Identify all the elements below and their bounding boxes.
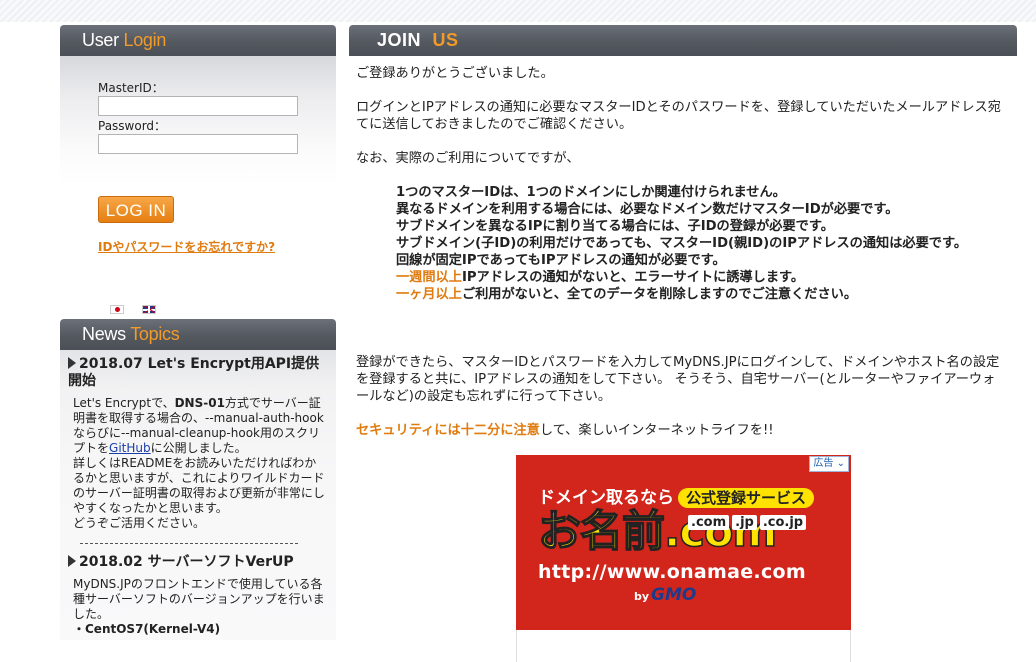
join-title-part2: US xyxy=(432,30,459,50)
news-panel: News Topics 2018.07 Let's Encrypt用API提供開… xyxy=(60,319,336,640)
triangle-bullet-icon xyxy=(68,555,76,567)
note-item: サブドメインを異なるIPに割り当てる場合には、子IDの登録が必要です。 xyxy=(396,219,834,234)
thanks-text: ご登録ありがとうございました。 xyxy=(356,66,554,81)
master-id-input[interactable] xyxy=(98,96,298,116)
news-item-body: Let's Encryptで、DNS-01方式でサーバー証明書を取得する場合の、… xyxy=(73,396,325,530)
news-panel-header: News Topics xyxy=(60,319,336,350)
ad-gmo-logo: by GMO xyxy=(634,585,697,605)
left-column: User Login MasterID： Password： LOG IN ID… xyxy=(60,25,336,640)
news-item-title: 2018.07 Let's Encrypt用API提供開始 xyxy=(68,356,320,389)
japanese-flag-icon[interactable] xyxy=(110,305,124,314)
ad-headline: ドメイン取るなら 公式登録サービス xyxy=(538,483,815,508)
note-item: 1つのマスターIDは、1つのドメインにしか関連付けられません。 xyxy=(396,185,786,200)
ad-url: http://www.onamae.com xyxy=(538,561,806,583)
usage-notes: 1つのマスターIDは、1つのドメインにしか関連付けられません。 異なるドメインを… xyxy=(396,184,1001,303)
login-panel-header: User Login xyxy=(60,25,336,56)
news-title-part1: News xyxy=(82,324,126,344)
login-title-part1: User xyxy=(82,30,119,50)
news-item-body: MyDNS.JPのフロントエンドで使用している各種サーバーソフトのバージョンアッ… xyxy=(73,577,325,636)
note-item: 回線が固定IPであってもIPアドレスの通知が必要です。 xyxy=(396,253,726,268)
top-band xyxy=(0,0,1036,22)
ad-domain-list: .com .jp .co.jp xyxy=(688,511,809,530)
usage-intro: なお、実際のご利用についてですが、 xyxy=(356,151,580,166)
ad-domain: .jp xyxy=(732,515,757,530)
ad-domain: .com xyxy=(688,515,730,530)
join-panel-header: JOIN US xyxy=(349,25,1017,56)
onamae-ad-banner[interactable]: 広告 ⌄ ドメイン取るなら 公式登録サービス お名前.com .com .jp .co… xyxy=(516,455,851,635)
login-panel: MasterID： Password： LOG IN IDやパスワードをお忘れで… xyxy=(60,56,336,314)
password-input[interactable] xyxy=(98,134,298,154)
chevron-down-icon: ⌄ xyxy=(836,458,845,469)
sent-message: ログインとIPアドレスの通知に必要なマスターIDとそのパスワードを、登録していた… xyxy=(356,100,1001,132)
login-button[interactable]: LOG IN xyxy=(98,196,174,223)
ad-tag[interactable]: 広告 ⌄ xyxy=(809,456,849,472)
note-item: サブドメイン(子ID)の利用だけであっても、マスターID(親ID)のIPアドレス… xyxy=(396,236,968,251)
security-text: セキュリティには十二分に注意して、楽しいインターネットライフを!! xyxy=(356,423,774,438)
master-id-label: MasterID： xyxy=(98,81,164,95)
triangle-bullet-icon xyxy=(68,357,76,369)
after-registration-text: 登録ができたら、マスターIDとパスワードを入力してMyDNS.JPにログインして… xyxy=(356,355,1000,404)
news-item-title: 2018.02 サーバーソフトVerUP xyxy=(60,545,336,571)
warning-item: 一週間以上IPアドレスの通知がないと、エラーサイトに誘導します。 xyxy=(396,270,805,285)
ad-pill: 公式登録サービス xyxy=(678,488,815,508)
ad-bottom-strip xyxy=(516,630,851,662)
forgot-password-link[interactable]: IDやパスワードをお忘れですか? xyxy=(98,238,275,255)
password-label: Password： xyxy=(98,119,167,133)
github-link[interactable]: GitHub xyxy=(109,441,151,455)
ad-domain: .co.jp xyxy=(759,515,807,530)
login-title-part2: Login xyxy=(123,30,167,50)
news-list: 2018.07 Let's Encrypt用API提供開始 Let's Encr… xyxy=(60,350,336,640)
news-title-part2: Topics xyxy=(130,324,180,344)
warning-item: 一ヶ月以上ご利用がないと、全てのデータを削除しますのでご注意ください。 xyxy=(396,287,858,302)
note-item: 異なるドメインを利用する場合には、必要なドメイン数だけマスターIDが必要です。 xyxy=(396,202,899,217)
join-title-part1: JOIN xyxy=(377,30,422,50)
join-panel: JOIN US ご登録ありがとうございました。 ログインとIPアドレスの通知に必… xyxy=(349,25,1017,662)
english-flag-icon[interactable] xyxy=(142,305,156,314)
